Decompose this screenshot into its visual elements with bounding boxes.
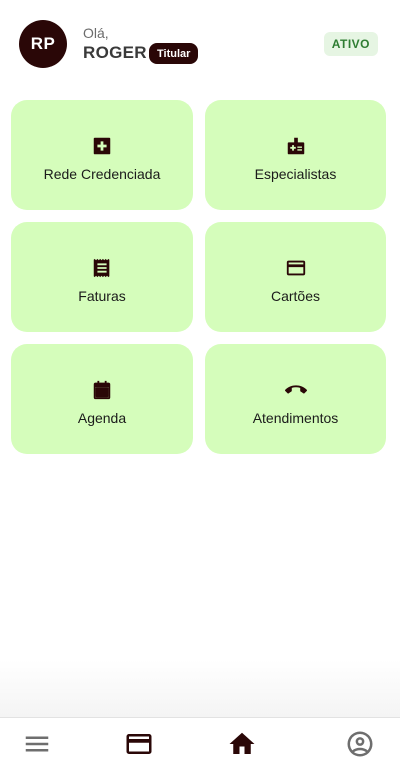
header: RP Olá, ROGER Titular ATIVO [0, 0, 400, 90]
avatar[interactable]: RP [19, 20, 67, 68]
account-icon [345, 729, 375, 764]
tile-label: Cartões [270, 287, 321, 304]
role-badge: Titular [149, 43, 199, 64]
status-badge: ATIVO [323, 32, 378, 56]
tile-atendimentos[interactable]: Atendimentos [205, 344, 386, 454]
nav-menu[interactable] [21, 730, 53, 762]
tile-label: Atendimentos [252, 409, 339, 426]
nav-home[interactable] [226, 730, 258, 762]
bottom-fade [0, 660, 400, 717]
tile-especialistas[interactable]: Especialistas [205, 100, 386, 210]
services-grid: Rede Credenciada Especialistas Faturas C… [11, 100, 386, 454]
medical-badge-icon [285, 135, 307, 157]
phone-icon [284, 379, 307, 401]
tile-cartoes[interactable]: Cartões [205, 222, 386, 332]
medical-plus-icon [91, 135, 113, 157]
bottom-nav [0, 717, 400, 772]
tile-agenda[interactable]: Agenda [11, 344, 193, 454]
calendar-icon [91, 379, 113, 401]
tile-label: Agenda [77, 409, 127, 426]
receipt-icon [91, 257, 113, 279]
credit-card-icon [285, 257, 307, 279]
menu-icon [22, 729, 52, 764]
greeting-text: Olá, [83, 25, 109, 41]
credit-card-icon [124, 729, 154, 764]
nav-account[interactable] [344, 730, 376, 762]
home-icon [227, 729, 257, 764]
tile-label: Especialistas [254, 165, 337, 182]
tile-faturas[interactable]: Faturas [11, 222, 193, 332]
tile-label: Rede Credenciada [43, 165, 161, 182]
nav-cards[interactable] [123, 730, 155, 762]
tile-rede-credenciada[interactable]: Rede Credenciada [11, 100, 193, 210]
tile-label: Faturas [78, 287, 126, 304]
username: ROGER [83, 43, 147, 62]
